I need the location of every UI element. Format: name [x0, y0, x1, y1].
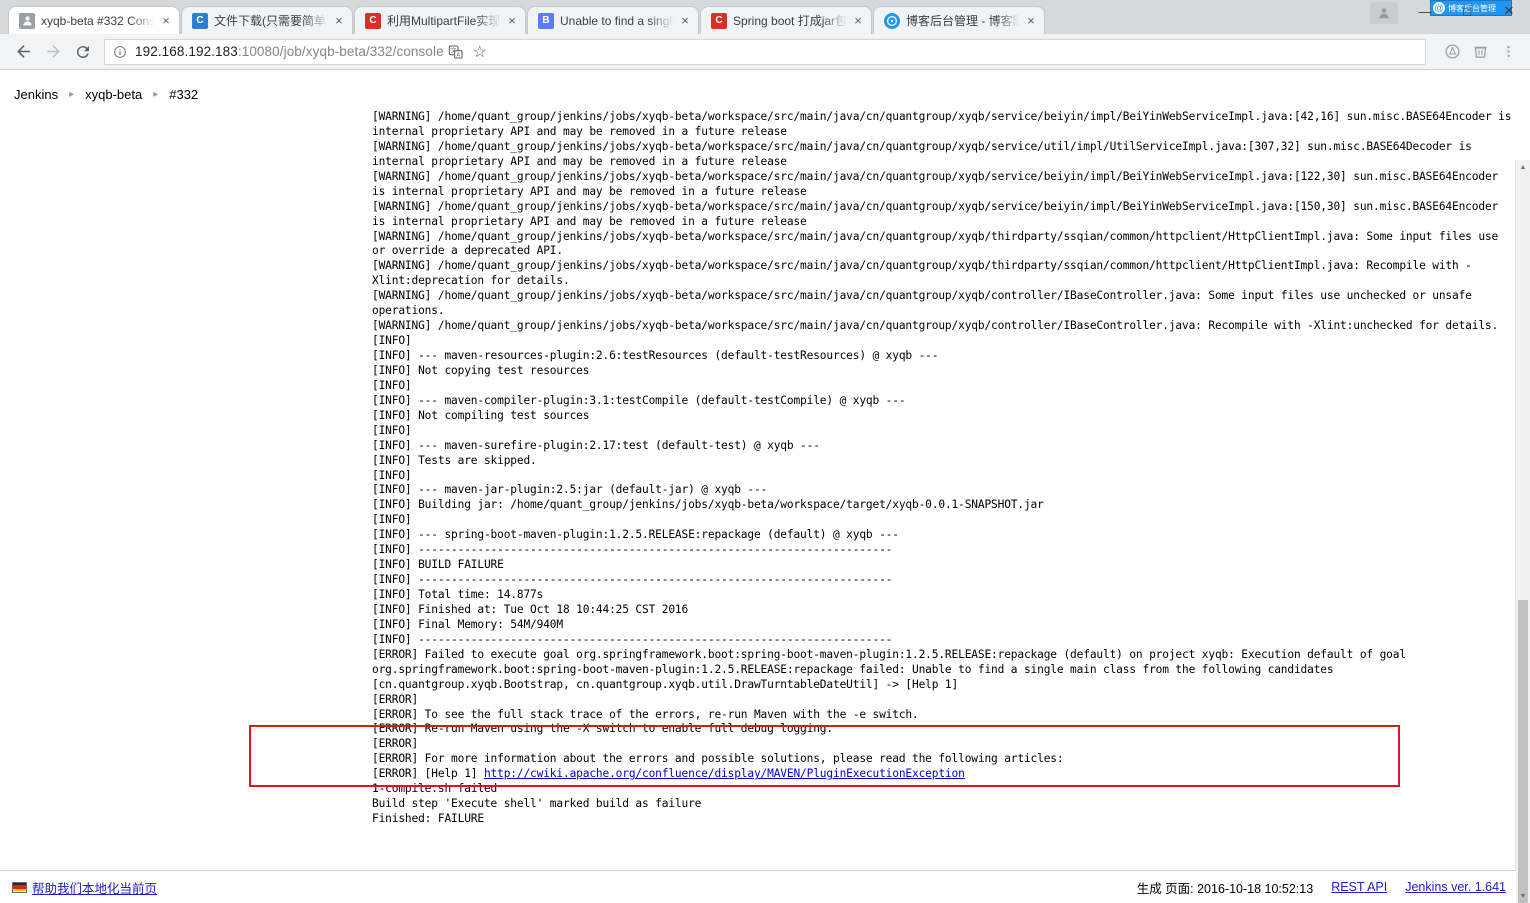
url-path: :10080/job/xyqb-beta/332/console — [237, 44, 444, 59]
scroll-down-arrow-icon[interactable]: ▼ — [1516, 889, 1530, 903]
window-controls: — □ ✕ — [1404, 0, 1530, 22]
profile-avatar-button[interactable] — [1370, 2, 1398, 24]
favicon-letter: B — [542, 14, 550, 26]
navigation-toolbar: 192.168.192.183:10080/job/xyqb-beta/332/… — [0, 34, 1530, 70]
tab-close-icon[interactable]: × — [851, 14, 865, 28]
localize-page-link[interactable]: 帮助我们本地化当前页 — [32, 878, 157, 897]
tab-title: 博客后台管理 - 博客园 — [906, 14, 1020, 28]
address-bar[interactable]: 192.168.192.183:10080/job/xyqb-beta/332/… — [104, 38, 1426, 65]
tab-title: Unable to find a single — [560, 13, 674, 28]
page-scrollbar[interactable]: ▲ ▼ — [1515, 160, 1530, 903]
favicon-letter: C — [196, 14, 204, 26]
tab-title: 文件下载(只需要简单的配 — [214, 14, 328, 28]
page-info-icon[interactable] — [113, 45, 128, 59]
adblock-extension-icon[interactable] — [1438, 38, 1466, 66]
breadcrumb-separator-icon: ▸ — [69, 88, 75, 100]
footer-left: 帮助我们本地化当前页 — [12, 878, 157, 897]
tab-favicon-csdn-red-2: C — [711, 12, 727, 29]
url-host: 192.168.192.183 — [135, 44, 238, 59]
tab-close-icon[interactable]: × — [505, 14, 519, 28]
svg-text:A: A — [456, 52, 460, 58]
tab-favicon-csdn-red: C — [365, 12, 381, 29]
console-output: [WARNING] /home/quant_group/jenkins/jobs… — [0, 108, 1516, 827]
locale-flag-icon — [12, 881, 27, 893]
tab-close-icon[interactable]: × — [1024, 14, 1038, 28]
tab-title: xyqb-beta #332 Console — [41, 13, 155, 28]
scrollbar-thumb[interactable] — [1518, 600, 1528, 903]
tab-strip: xyqb-beta #332 Console × C 文件下载(只需要简单的配 … — [0, 0, 1530, 34]
browser-tab-0[interactable]: xyqb-beta #332 Console × — [8, 6, 180, 34]
tab-favicon-baidu: B — [538, 12, 554, 29]
tab-close-icon[interactable]: × — [332, 14, 346, 28]
person-icon — [1379, 8, 1389, 19]
window-minimize-button[interactable]: — — [1404, 0, 1446, 22]
console-log-tail: 1-compile.sh failed Build step 'Execute … — [372, 782, 702, 826]
tab-favicon-csdn: C — [192, 12, 208, 29]
omnibox-actions: 文A ☆ — [444, 40, 492, 64]
jenkins-console-page: Jenkins ▸ xyqb-beta ▸ #332 [WARNING] /ho… — [0, 80, 1530, 903]
browser-window: xyqb-beta #332 Console × C 文件下载(只需要简单的配 … — [0, 0, 1530, 903]
trash-extension-icon[interactable] — [1466, 38, 1494, 66]
favicon-letter: C — [715, 14, 723, 26]
browser-tab-3[interactable]: B Unable to find a single × — [527, 6, 699, 34]
forward-arrow-icon[interactable] — [38, 37, 68, 67]
jenkins-version-link[interactable]: Jenkins ver. 1.641 — [1405, 880, 1506, 894]
tab-favicon-jenkins — [19, 12, 35, 29]
browser-tab-4[interactable]: C Spring boot 打成jar包后 × — [700, 6, 872, 34]
console-log-body: [WARNING] /home/quant_group/jenkins/jobs… — [372, 110, 1512, 781]
window-maximize-button[interactable]: □ — [1446, 0, 1488, 22]
tab-title: 利用MultipartFile实现文 — [387, 14, 501, 28]
breadcrumb-item-jenkins[interactable]: Jenkins — [12, 87, 60, 102]
footer-right: 生成 页面: 2016-10-18 10:52:13 REST API Jenk… — [1137, 878, 1506, 897]
breadcrumb-item-job[interactable]: xyqb-beta — [83, 87, 144, 102]
tab-title: Spring boot 打成jar包后 — [733, 14, 847, 28]
window-close-button[interactable]: ✕ — [1488, 0, 1530, 22]
breadcrumb-item-build[interactable]: #332 — [167, 87, 200, 102]
back-arrow-icon[interactable] — [8, 37, 38, 67]
breadcrumb-separator-icon: ▸ — [153, 88, 159, 100]
reload-icon[interactable] — [68, 37, 98, 67]
browser-tab-1[interactable]: C 文件下载(只需要简单的配 × — [181, 6, 353, 34]
tab-close-icon[interactable]: × — [159, 14, 173, 28]
browser-tab-2[interactable]: C 利用MultipartFile实现文 × — [354, 6, 526, 34]
maven-help-link[interactable]: http://cwiki.apache.org/confluence/displ… — [484, 767, 965, 780]
breadcrumb: Jenkins ▸ xyqb-beta ▸ #332 — [0, 80, 1530, 108]
favicon-letter: C — [369, 14, 377, 26]
browser-tab-5[interactable]: 博客后台管理 - 博客园 × — [873, 6, 1045, 34]
tab-favicon-cnblogs — [884, 12, 900, 29]
console-output-region: [WARNING] /home/quant_group/jenkins/jobs… — [0, 108, 1516, 870]
translate-icon[interactable]: 文A — [444, 40, 468, 64]
scroll-up-arrow-icon[interactable]: ▲ — [1516, 160, 1530, 174]
page-generated-timestamp: 生成 页面: 2016-10-18 10:52:13 — [1136, 881, 1314, 896]
chrome-menu-icon[interactable] — [1494, 38, 1522, 66]
rest-api-link[interactable]: REST API — [1331, 880, 1387, 894]
url-text: 192.168.192.183:10080/job/xyqb-beta/332/… — [135, 44, 444, 59]
bookmark-star-icon[interactable]: ☆ — [468, 40, 492, 64]
extension-toolbar — [1432, 38, 1522, 66]
tab-close-icon[interactable]: × — [678, 14, 692, 28]
page-footer: 帮助我们本地化当前页 生成 页面: 2016-10-18 10:52:13 RE… — [0, 870, 1516, 903]
